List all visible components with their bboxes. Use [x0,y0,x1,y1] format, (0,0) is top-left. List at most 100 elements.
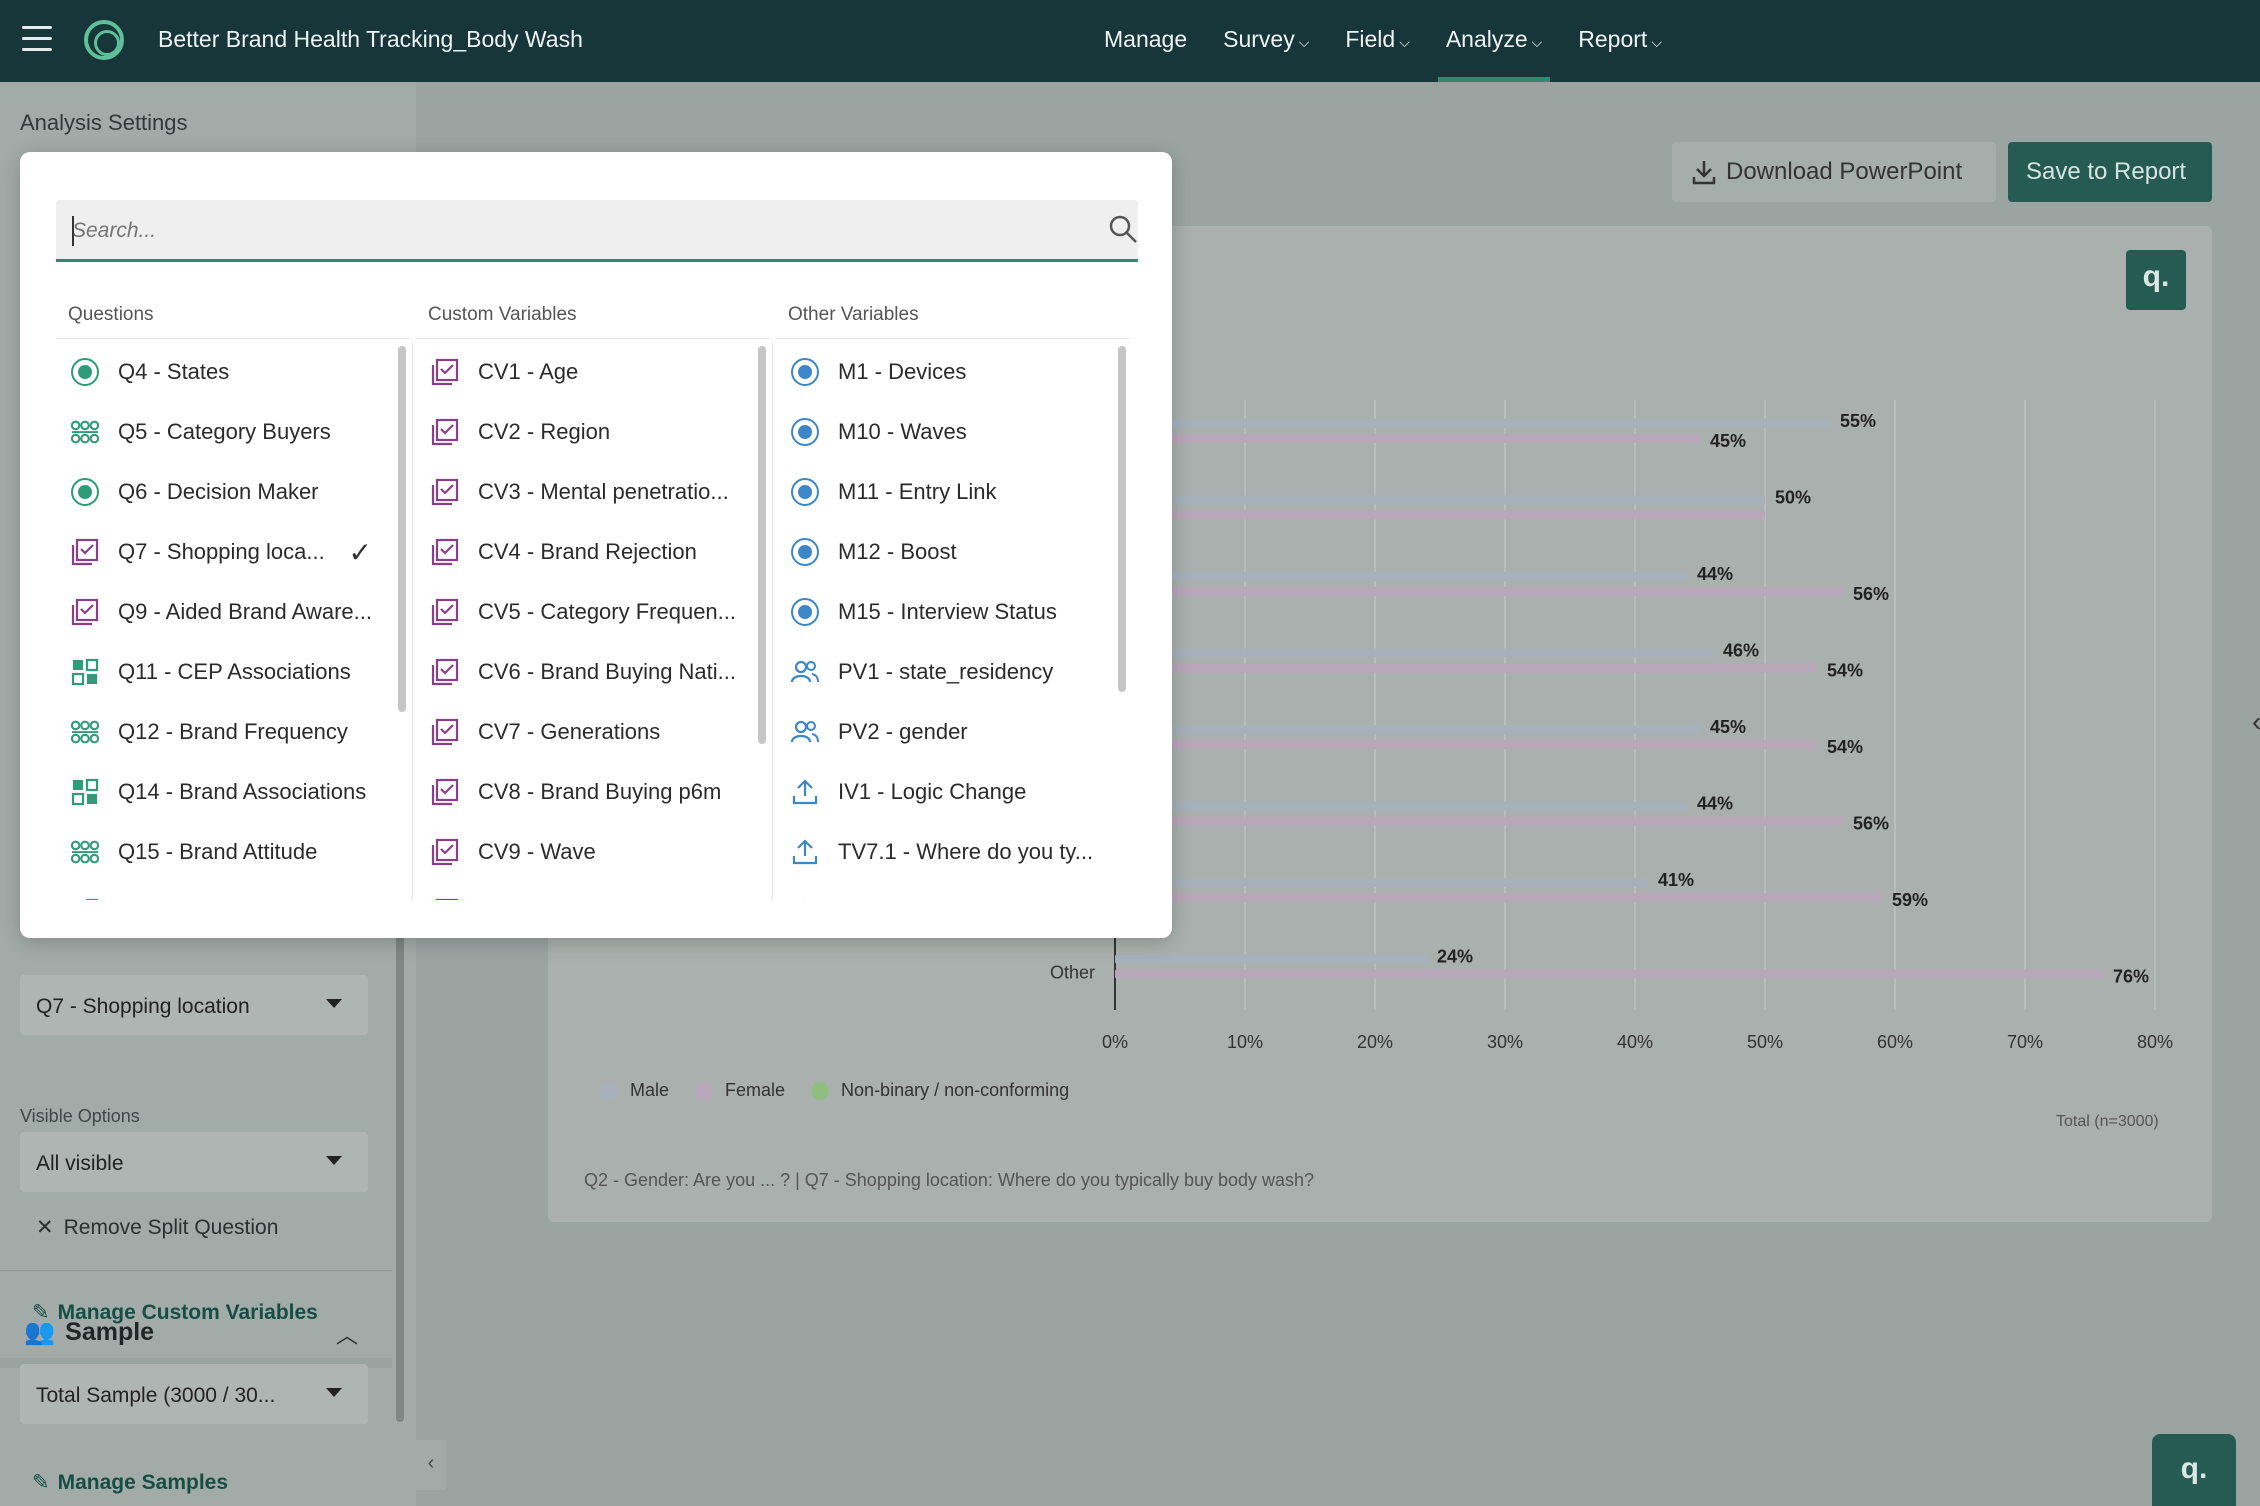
bar-female [1115,434,1700,443]
x-tick-label: 80% [2137,1032,2173,1052]
grid-dots-icon [70,417,100,447]
legend-item[interactable]: Non-binary / non-conforming [811,1080,1069,1101]
data-label-female: 56% [1853,584,1889,604]
variable-option-label: CV7 - Generations [478,719,661,744]
variable-option[interactable]: Q4 - States [56,342,394,402]
variable-option[interactable]: Q14 - Brand Associations [56,762,394,822]
data-label-female: 76% [2113,967,2149,987]
people-icon [790,657,820,687]
column-header: Custom Variables [428,304,577,325]
chart-legend: Male Female Non-binary / non-conforming [600,1080,1095,1101]
q-help-button[interactable]: q. [2152,1434,2236,1506]
variable-option[interactable]: PV1 - state_residency [776,642,1114,702]
column-header: Questions [68,304,154,325]
variable-option[interactable]: Q20 - WOM Informan [56,882,394,900]
legend-item[interactable]: Male [600,1080,669,1101]
bar-male [1115,954,1427,964]
data-label-male: 24% [1437,947,1473,967]
variable-option[interactable]: Q12 - Brand Frequency [56,702,394,762]
variable-option-label: CV8 - Brand Buying p6m [478,779,722,804]
variable-list-custom-variables[interactable]: CV1 - Age CV2 - Region CV3 - Mental penetr… [416,342,770,900]
grid-dots-icon [70,837,100,867]
x-tick-label: 30% [1487,1032,1523,1052]
divider [56,338,410,339]
variable-option[interactable]: CV7 - Generations [416,702,754,762]
people-icon [790,717,820,747]
variable-option[interactable]: M11 - Entry Link [776,462,1114,522]
checkbox-icon [430,777,460,807]
variable-option-label: Q12 - Brand Frequency [118,719,348,744]
grid-squares-icon [70,657,100,687]
x-tick-label: 0% [1102,1032,1128,1052]
bar-male [1115,725,1700,734]
variable-option[interactable]: Q5 - Category Buyers [56,402,394,462]
legend-label: Male [630,1080,670,1100]
checkbox-icon [70,597,100,627]
bar-female [1115,816,1843,826]
variable-option[interactable]: CV2 - Region [416,402,754,462]
data-label-female: 54% [1827,661,1863,681]
variable-option[interactable]: M12 - Boost [776,522,1114,582]
legend-item[interactable]: Female [695,1080,785,1101]
variable-option-label: PV1 - state_residency [838,659,1054,684]
variable-option[interactable]: M1 - Devices [776,342,1114,402]
search-icon[interactable] [1108,214,1138,244]
variable-option[interactable]: M10 - Waves [776,402,1114,462]
variable-option[interactable]: CV4 - Brand Rejection [416,522,754,582]
bar-male [1115,801,1687,811]
list-scrollbar[interactable] [398,346,406,712]
variable-option[interactable]: PV2 - gender [776,702,1114,762]
variable-option[interactable]: Q6 - Decision Maker [56,462,394,522]
variable-option[interactable]: CV3 - Mental penetratio... [416,462,754,522]
variable-option[interactable]: TV9.1 - Unaided Brand A... [776,882,1114,900]
bar-female [1115,969,2103,979]
x-tick-label: 50% [1747,1032,1783,1052]
variable-option[interactable]: CV9 - Wave [416,822,754,882]
chevron-right-icon[interactable]: ‹ [2252,706,2260,738]
variable-option-label: Q6 - Decision Maker [118,479,319,504]
variable-option[interactable]: Q11 - CEP Associations [56,642,394,702]
legend-swatch [811,1081,830,1100]
bar-female [1115,510,1765,520]
bar-female [1115,663,1817,673]
variable-option-label: CV9 - Wave [478,839,596,864]
total-sample-note: Total (n=3000) [2056,1113,2159,1130]
variable-option[interactable]: CV5 - Category Frequen... [416,582,754,642]
data-label-female: 45% [1710,431,1746,451]
variable-option[interactable]: CV1 - Age [416,342,754,402]
list-scrollbar[interactable] [1118,346,1126,692]
column-header: Other Variables [788,304,919,325]
legend-label: Non-binary / non-conforming [841,1080,1070,1100]
variable-option-label: CV10 - Total Buyer Split [478,899,711,900]
variable-option[interactable]: Q15 - Brand Attitude [56,822,394,882]
variable-option-label: IV1 - Logic Change [838,779,1027,804]
variable-list-other-variables[interactable]: M1 - Devices M10 - Waves M11 - Entry Link M… [776,342,1130,900]
search-input[interactable] [72,214,1052,248]
variable-option[interactable]: IV1 - Logic Change [776,762,1114,822]
data-label-male: 45% [1710,717,1746,737]
x-tick-label: 70% [2007,1032,2043,1052]
variable-option[interactable]: Q9 - Aided Brand Aware... [56,582,394,642]
bar-male [1115,572,1687,581]
variable-list-questions[interactable]: Q4 - States Q5 - Category Buyers Q6 - Deci… [56,342,410,900]
variable-option[interactable]: CV10 - Total Buyer Split [416,882,754,900]
variable-option-label: TV9.1 - Unaided Brand A... [838,899,1101,900]
legend-label: Female [725,1080,786,1100]
x-tick-label: 20% [1357,1032,1393,1052]
upload-icon [790,837,820,867]
variable-option[interactable]: M15 - Interview Status [776,582,1114,642]
data-label-male: 44% [1697,794,1733,814]
variable-option[interactable]: CV6 - Brand Buying Nati... [416,642,754,702]
variable-option-label: CV1 - Age [478,359,579,384]
divider [776,338,1130,339]
variable-option[interactable]: CV8 - Brand Buying p6m [416,762,754,822]
data-label-female: 54% [1827,737,1863,757]
variable-option[interactable]: TV7.1 - Where do you ty... [776,822,1114,882]
grid-squares-icon [70,897,100,900]
search-field[interactable] [56,200,1138,262]
upload-icon [790,777,820,807]
variable-option[interactable]: Q7 - Shopping loca... ✓ [56,522,394,582]
data-label-male: 41% [1658,870,1694,890]
legend-swatch [600,1081,618,1100]
list-scrollbar[interactable] [758,346,766,744]
